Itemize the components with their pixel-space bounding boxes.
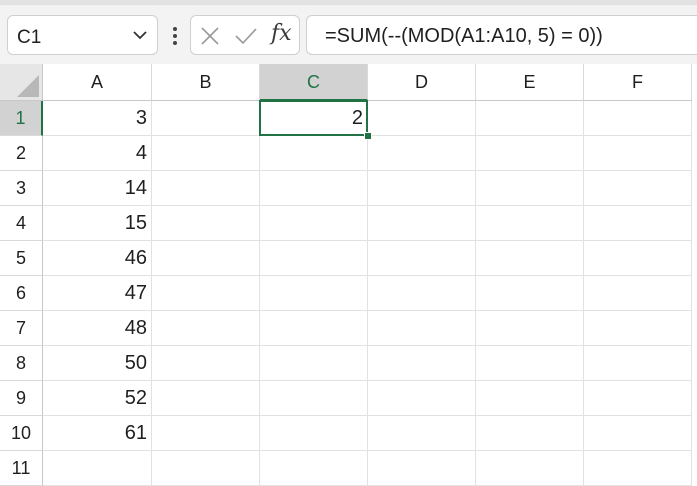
cell-f9[interactable]: [584, 381, 692, 416]
cell-b11[interactable]: [152, 451, 260, 486]
cell-e5[interactable]: [476, 241, 584, 276]
cell-e7[interactable]: [476, 311, 584, 346]
cell-a11[interactable]: [43, 451, 152, 486]
cell-f4[interactable]: [584, 206, 692, 241]
fx-icon[interactable]: fx: [271, 21, 292, 46]
cell-f2[interactable]: [584, 136, 692, 171]
row-header-4[interactable]: 4: [0, 206, 43, 241]
cell-e10[interactable]: [476, 416, 584, 451]
cell-d3[interactable]: [368, 171, 476, 206]
row-header-11[interactable]: 11: [0, 451, 43, 486]
cell-f7[interactable]: [584, 311, 692, 346]
name-box-value[interactable]: C1: [17, 27, 41, 49]
cell-e11[interactable]: [476, 451, 584, 486]
cell-a5[interactable]: 46: [43, 241, 152, 276]
formula-buttons: fx: [190, 15, 300, 55]
cell-e2[interactable]: [476, 136, 584, 171]
row-header-9[interactable]: 9: [0, 381, 43, 416]
cell-b9[interactable]: [152, 381, 260, 416]
cell-a6[interactable]: 47: [43, 276, 152, 311]
cell-d2[interactable]: [368, 136, 476, 171]
row-header-10[interactable]: 10: [0, 416, 43, 451]
cell-a1[interactable]: 3: [43, 101, 152, 136]
cell-c5[interactable]: [260, 241, 368, 276]
ribbon-edge: [0, 0, 697, 5]
close-icon[interactable]: [200, 26, 220, 46]
cell-b4[interactable]: [152, 206, 260, 241]
cell-e4[interactable]: [476, 206, 584, 241]
cell-a4[interactable]: 15: [43, 206, 152, 241]
row-header-5[interactable]: 5: [0, 241, 43, 276]
column-header-f[interactable]: F: [584, 64, 692, 101]
cell-b7[interactable]: [152, 311, 260, 346]
cell-f10[interactable]: [584, 416, 692, 451]
cell-b5[interactable]: [152, 241, 260, 276]
cell-d1[interactable]: [368, 101, 476, 136]
column-header-c[interactable]: C: [260, 64, 368, 101]
cell-f11[interactable]: [584, 451, 692, 486]
cell-f1[interactable]: [584, 101, 692, 136]
cell-e3[interactable]: [476, 171, 584, 206]
cell-b6[interactable]: [152, 276, 260, 311]
cell-c6[interactable]: [260, 276, 368, 311]
cell-e9[interactable]: [476, 381, 584, 416]
row-header-7[interactable]: 7: [0, 311, 43, 346]
cell-d9[interactable]: [368, 381, 476, 416]
cell-a8[interactable]: 50: [43, 346, 152, 381]
row-header-3[interactable]: 3: [0, 171, 43, 206]
cell-e6[interactable]: [476, 276, 584, 311]
name-box[interactable]: C1: [7, 15, 158, 55]
spreadsheet-grid: ABCDEF 1 2 3 4 5 6 7 8 9 10 11 3 2 4 14 15 46 47 48 50 52 61: [0, 64, 697, 486]
cell-c3[interactable]: [260, 171, 368, 206]
cell-e8[interactable]: [476, 346, 584, 381]
cell-c10[interactable]: [260, 416, 368, 451]
cell-d4[interactable]: [368, 206, 476, 241]
formula-text[interactable]: =SUM(--(MOD(A1:A10, 5) = 0)): [325, 25, 603, 48]
row-header-6[interactable]: 6: [0, 276, 43, 311]
select-all-triangle-icon: [17, 75, 39, 97]
column-header-d[interactable]: D: [368, 64, 476, 101]
cell-b3[interactable]: [152, 171, 260, 206]
formula-toolbar: C1 fx =SUM(--(MOD(A1:A10, 5) = 0)): [0, 0, 697, 64]
cell-c11[interactable]: [260, 451, 368, 486]
cell-f8[interactable]: [584, 346, 692, 381]
row-header-1[interactable]: 1: [0, 101, 43, 136]
fill-handle[interactable]: [364, 132, 372, 140]
cell-a7[interactable]: 48: [43, 311, 152, 346]
cell-c2[interactable]: [260, 136, 368, 171]
cell-d11[interactable]: [368, 451, 476, 486]
row-header-8[interactable]: 8: [0, 346, 43, 381]
column-header-b[interactable]: B: [152, 64, 260, 101]
cell-c7[interactable]: [260, 311, 368, 346]
cell-b8[interactable]: [152, 346, 260, 381]
formula-input[interactable]: =SUM(--(MOD(A1:A10, 5) = 0)): [306, 15, 697, 55]
checkmark-icon[interactable]: [234, 26, 258, 46]
cell-a2[interactable]: 4: [43, 136, 152, 171]
cell-a10[interactable]: 61: [43, 416, 152, 451]
cell-c1[interactable]: 2: [260, 101, 368, 136]
cell-d6[interactable]: [368, 276, 476, 311]
column-header-a[interactable]: A: [43, 64, 152, 101]
row-header-2[interactable]: 2: [0, 136, 43, 171]
cell-f6[interactable]: [584, 276, 692, 311]
column-header-e[interactable]: E: [476, 64, 584, 101]
cell-c8[interactable]: [260, 346, 368, 381]
cell-f3[interactable]: [584, 171, 692, 206]
cell-a3[interactable]: 14: [43, 171, 152, 206]
chevron-down-icon[interactable]: [132, 29, 148, 41]
cell-b2[interactable]: [152, 136, 260, 171]
cell-d7[interactable]: [368, 311, 476, 346]
cell-c9[interactable]: [260, 381, 368, 416]
cell-b1[interactable]: [152, 101, 260, 136]
cell-d8[interactable]: [368, 346, 476, 381]
cell-f5[interactable]: [584, 241, 692, 276]
cell-a9[interactable]: 52: [43, 381, 152, 416]
select-all-button[interactable]: [0, 64, 43, 101]
vertical-ellipsis-icon[interactable]: [172, 26, 178, 46]
cell-d5[interactable]: [368, 241, 476, 276]
cell-e1[interactable]: [476, 101, 584, 136]
cell-b10[interactable]: [152, 416, 260, 451]
cell-c4[interactable]: [260, 206, 368, 241]
cell-d10[interactable]: [368, 416, 476, 451]
